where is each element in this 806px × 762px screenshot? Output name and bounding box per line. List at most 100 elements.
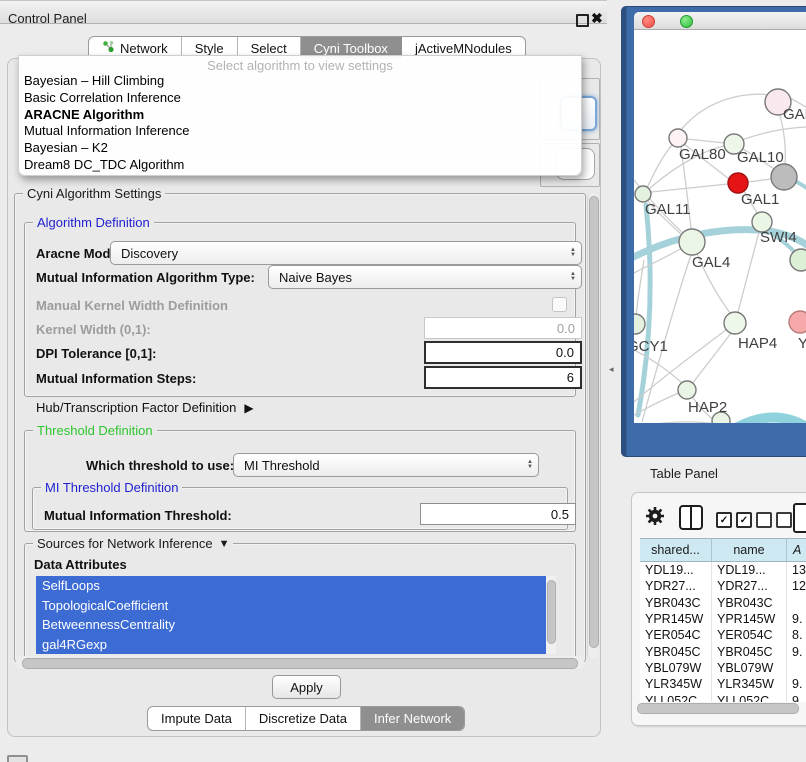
popup-item[interactable]: Dream8 DC_TDC Algorithm bbox=[19, 157, 581, 174]
manual-kernel-checkbox[interactable] bbox=[552, 297, 567, 312]
float-window-icon[interactable] bbox=[576, 14, 589, 27]
list-item[interactable]: BetweennessCentrality bbox=[36, 615, 546, 635]
node-label[interactable]: GAL4 bbox=[692, 254, 730, 271]
tab-impute-data[interactable]: Impute Data bbox=[148, 707, 246, 730]
tab-discretize-data[interactable]: Discretize Data bbox=[246, 707, 361, 730]
minimize-traffic-light[interactable] bbox=[661, 15, 672, 26]
mi-threshold-label: Mutual Information Threshold: bbox=[44, 508, 232, 523]
node-label[interactable]: GCY1 bbox=[634, 338, 668, 355]
dock-panel-icon[interactable] bbox=[7, 755, 28, 762]
columns-icon[interactable] bbox=[679, 505, 703, 530]
app-root: Control Panel ✖ Network Style Select Cyn… bbox=[0, 0, 806, 762]
table-row[interactable]: YBL079WYBL079W bbox=[640, 660, 806, 676]
mi-type-select[interactable]: Naive Bayes ▲▼ bbox=[268, 265, 582, 289]
popup-item[interactable]: Bayesian – K2 bbox=[19, 140, 581, 157]
node-label[interactable]: Y bbox=[798, 335, 806, 352]
mi-threshold-field[interactable]: 0.5 bbox=[420, 503, 576, 525]
sources-group-title[interactable]: Sources for Network Inference ▼ bbox=[33, 536, 233, 551]
attr-list-scrollbar-track[interactable] bbox=[546, 576, 556, 654]
network-icon bbox=[102, 40, 115, 56]
deselect-all-rows-icon[interactable] bbox=[756, 512, 792, 528]
node-label[interactable]: HAP4 bbox=[738, 335, 777, 352]
hub-definition-label: Hub/Transcription Factor Definition bbox=[36, 400, 236, 415]
popup-placeholder-item[interactable]: Select algorithm to view settings bbox=[19, 56, 581, 73]
popup-item-selected[interactable]: ARACNE Algorithm bbox=[19, 107, 581, 124]
popup-item[interactable]: Bayesian – Hill Climbing bbox=[19, 73, 581, 90]
tab-discretize-data-label: Discretize Data bbox=[259, 711, 347, 726]
mi-type-value: Naive Bayes bbox=[279, 270, 352, 285]
select-all-rows-icon[interactable]: ✓ ✓ bbox=[716, 512, 752, 528]
tab-infer-network[interactable]: Infer Network bbox=[361, 707, 464, 730]
data-attributes-list[interactable]: SelfLoops TopologicalCoefficient Between… bbox=[36, 576, 546, 654]
kernel-width-label: Kernel Width (0,1): bbox=[36, 322, 151, 337]
mi-steps-field[interactable]: 6 bbox=[424, 366, 582, 389]
aracne-mode-value: Discovery bbox=[121, 246, 178, 261]
list-item[interactable]: gal4RGexp bbox=[36, 635, 546, 655]
gear-icon[interactable] bbox=[645, 506, 665, 531]
table-row[interactable]: YLL052CYLL052C9 bbox=[640, 692, 806, 702]
settings-scrollbar-track[interactable] bbox=[587, 193, 599, 658]
table-row[interactable]: YBR045CYBR045C9. bbox=[640, 643, 806, 659]
threshold-definition-title: Threshold Definition bbox=[33, 423, 157, 438]
stepper-icon: ▲▼ bbox=[527, 454, 533, 476]
manual-kernel-label: Manual Kernel Width Definition bbox=[36, 298, 228, 313]
network-window-titlebar[interactable] bbox=[634, 12, 806, 30]
network-window: GAL GAL80 GAL10 GAL1 GAL11 SWI4 GAL4 GCY… bbox=[634, 12, 806, 423]
node-label[interactable]: SWI4 bbox=[760, 229, 797, 246]
which-threshold-select[interactable]: MI Threshold ▲▼ bbox=[233, 453, 539, 477]
network-canvas[interactable]: GAL GAL80 GAL10 GAL1 GAL11 SWI4 GAL4 GCY… bbox=[634, 30, 806, 423]
apply-button[interactable]: Apply bbox=[272, 675, 341, 699]
bottom-tabbar: Impute Data Discretize Data Infer Networ… bbox=[147, 706, 465, 731]
node-label[interactable]: HAP2 bbox=[688, 399, 727, 416]
node-table: shared... name A YDL19...YDL19...13 YDR2… bbox=[640, 538, 806, 702]
table-row[interactable]: YDR27...YDR27...12 bbox=[640, 578, 806, 594]
table-panel-title: Table Panel bbox=[650, 466, 718, 481]
stepper-icon: ▲▼ bbox=[570, 266, 576, 288]
tab-impute-data-label: Impute Data bbox=[161, 711, 232, 726]
close-icon[interactable]: ✖ bbox=[591, 10, 603, 27]
sources-title-text: Sources for Network Inference bbox=[37, 536, 213, 551]
apply-button-label: Apply bbox=[290, 680, 323, 695]
dpi-tolerance-field[interactable]: 0.0 bbox=[424, 341, 582, 364]
table-row[interactable]: YPR145WYPR145W9. bbox=[640, 611, 806, 627]
zoom-traffic-light[interactable] bbox=[680, 15, 693, 28]
table-row[interactable]: YDL19...YDL19...13 bbox=[640, 562, 806, 578]
column-header[interactable]: A bbox=[787, 538, 806, 562]
kernel-width-field[interactable]: 0.0 bbox=[424, 317, 582, 339]
table-row[interactable]: YER054CYER054C8. bbox=[640, 627, 806, 643]
settings-scrollbar-thumb[interactable] bbox=[589, 196, 599, 648]
table-header-row: shared... name A bbox=[640, 538, 806, 562]
hub-definition-expander[interactable]: Hub/Transcription Factor Definition ▶ bbox=[36, 400, 254, 415]
settings-hscrollbar-thumb[interactable] bbox=[22, 658, 578, 669]
table-row[interactable]: YBR043CYBR043C bbox=[640, 595, 806, 611]
divider-collapse-icon[interactable]: ◂ bbox=[609, 364, 614, 375]
close-traffic-light[interactable] bbox=[642, 15, 655, 28]
tab-select-label: Select bbox=[251, 41, 287, 56]
which-threshold-value: MI Threshold bbox=[244, 458, 320, 473]
node-label[interactable]: GAL10 bbox=[737, 149, 784, 166]
control-panel-title: Control Panel bbox=[8, 11, 87, 26]
network-graph bbox=[634, 30, 806, 423]
node-label[interactable]: GAL1 bbox=[741, 191, 779, 208]
settings-hscrollbar-track[interactable] bbox=[16, 656, 584, 669]
column-header[interactable]: shared... bbox=[640, 538, 712, 562]
stepper-icon: ▲▼ bbox=[570, 242, 576, 264]
node-label[interactable]: GAL11 bbox=[645, 201, 691, 218]
node-label[interactable]: GAL bbox=[783, 106, 806, 123]
column-header[interactable]: name bbox=[712, 538, 787, 562]
attr-list-scrollbar-thumb[interactable] bbox=[547, 580, 556, 644]
algorithm-select-popup: Select algorithm to view settings Bayesi… bbox=[18, 55, 582, 176]
new-table-icon[interactable] bbox=[793, 503, 806, 533]
mi-type-label: Mutual Information Algorithm Type: bbox=[36, 270, 255, 285]
list-item[interactable]: TopologicalCoefficient bbox=[36, 596, 546, 616]
aracne-mode-select[interactable]: Discovery ▲▼ bbox=[110, 241, 582, 265]
list-item[interactable]: SelfLoops bbox=[36, 576, 546, 596]
table-row[interactable]: YLR345WYLR345W9. bbox=[640, 676, 806, 692]
popup-item[interactable]: Basic Correlation Inference bbox=[19, 90, 581, 107]
cyni-algorithm-settings-title: Cyni Algorithm Settings bbox=[23, 186, 165, 201]
caret-right-icon: ▶ bbox=[244, 401, 253, 415]
data-attributes-label: Data Attributes bbox=[34, 557, 127, 572]
node-label[interactable]: GAL80 bbox=[679, 146, 726, 163]
popup-item[interactable]: Mutual Information Inference bbox=[19, 123, 581, 140]
table-hscrollbar-thumb[interactable] bbox=[637, 703, 799, 714]
